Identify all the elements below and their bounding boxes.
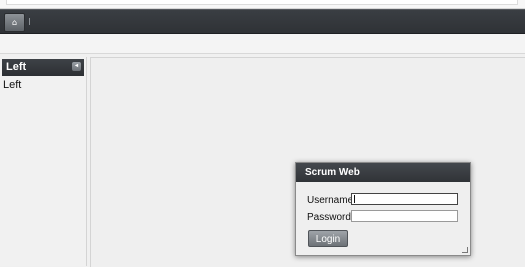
dialog-title: Scrum Web bbox=[296, 163, 470, 182]
home-button[interactable]: ⌂ bbox=[4, 13, 25, 32]
left-panel-title: Left bbox=[6, 61, 27, 73]
username-label: Username bbox=[307, 195, 354, 206]
collapse-panel-button[interactable]: ◂ bbox=[72, 62, 81, 71]
window-top-strip bbox=[0, 0, 525, 9]
text-caret bbox=[354, 195, 355, 203]
top-strip-inner bbox=[6, 0, 518, 5]
home-icon: ⌂ bbox=[11, 18, 18, 27]
left-panel: Left ◂ Left bbox=[0, 57, 87, 266]
resize-grip-icon[interactable] bbox=[462, 247, 468, 253]
left-panel-body-text: Left bbox=[3, 79, 22, 91]
top-toolbar: ⌂ bbox=[0, 9, 525, 34]
left-panel-header: Left ◂ bbox=[2, 59, 84, 76]
chevron-left-icon: ◂ bbox=[74, 63, 78, 69]
secondary-band bbox=[0, 34, 525, 54]
username-input[interactable] bbox=[351, 193, 458, 205]
toolbar-separator bbox=[29, 18, 30, 25]
login-button[interactable]: Login bbox=[308, 230, 348, 247]
password-input[interactable] bbox=[351, 210, 458, 222]
login-dialog: Scrum Web Username Password Login bbox=[295, 162, 471, 256]
password-label: Password bbox=[307, 212, 351, 223]
